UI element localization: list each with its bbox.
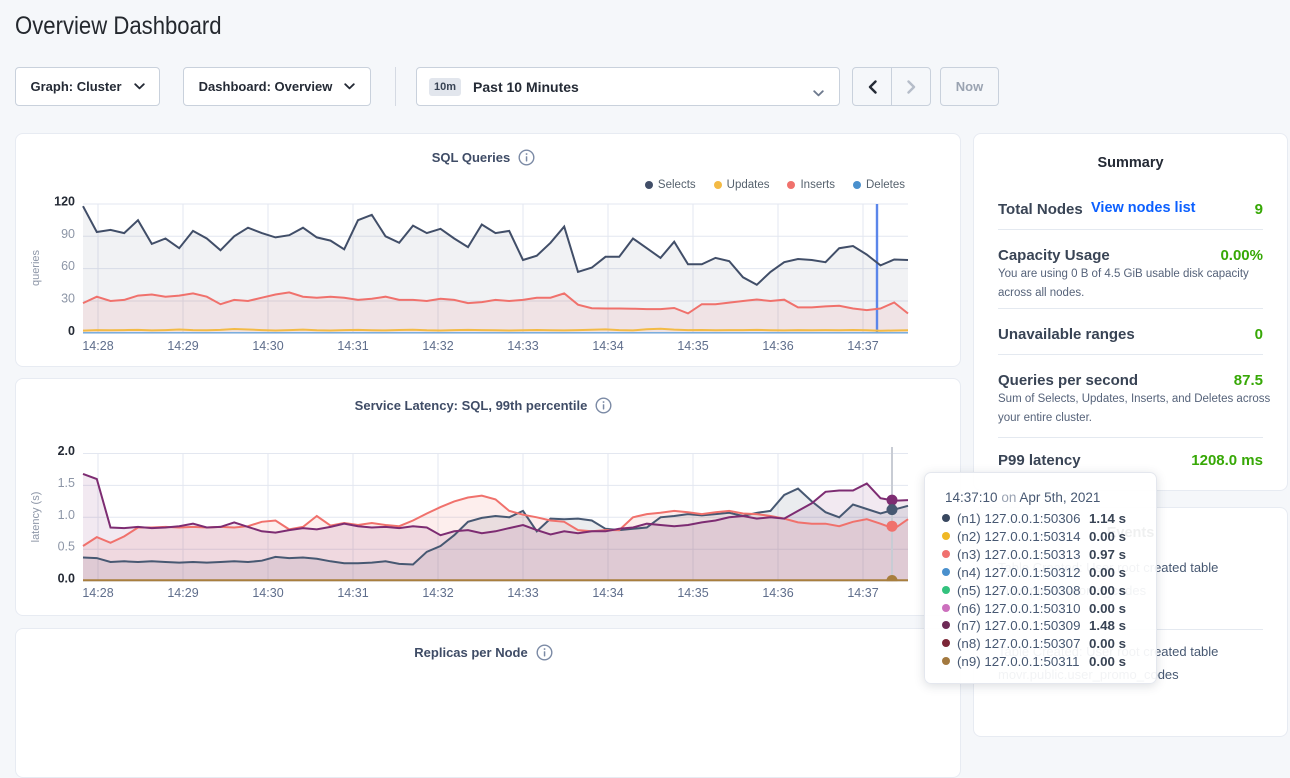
svg-text:0.0: 0.0 [58,572,75,586]
svg-text:90: 90 [61,227,75,241]
svg-text:0.5: 0.5 [58,540,75,554]
svg-text:120: 120 [54,195,75,209]
svg-text:14:36: 14:36 [762,339,793,353]
svg-text:14:33: 14:33 [507,586,538,600]
svg-text:14:31: 14:31 [337,339,368,353]
svg-text:14:31: 14:31 [337,586,368,600]
svg-text:14:29: 14:29 [167,339,198,353]
svg-text:14:34: 14:34 [592,339,623,353]
svg-text:14:37: 14:37 [847,586,878,600]
svg-text:queries: queries [30,249,42,286]
svg-text:0: 0 [68,324,75,338]
svg-text:14:37: 14:37 [847,339,878,353]
svg-text:14:35: 14:35 [677,586,708,600]
svg-text:14:30: 14:30 [252,339,283,353]
svg-text:60: 60 [61,259,75,273]
svg-text:14:30: 14:30 [252,586,283,600]
svg-text:14:34: 14:34 [592,586,623,600]
svg-text:14:35: 14:35 [677,339,708,353]
svg-text:14:33: 14:33 [507,339,538,353]
svg-text:1.0: 1.0 [58,508,75,522]
svg-text:14:28: 14:28 [82,586,113,600]
svg-text:14:28: 14:28 [82,339,113,353]
svg-text:14:36: 14:36 [762,586,793,600]
svg-text:14:32: 14:32 [422,586,453,600]
svg-text:14:29: 14:29 [167,586,198,600]
svg-text:2.0: 2.0 [58,444,75,458]
svg-text:30: 30 [61,292,75,306]
svg-text:latency (s): latency (s) [30,492,42,543]
svg-text:1.5: 1.5 [58,476,75,490]
svg-text:14:32: 14:32 [422,339,453,353]
